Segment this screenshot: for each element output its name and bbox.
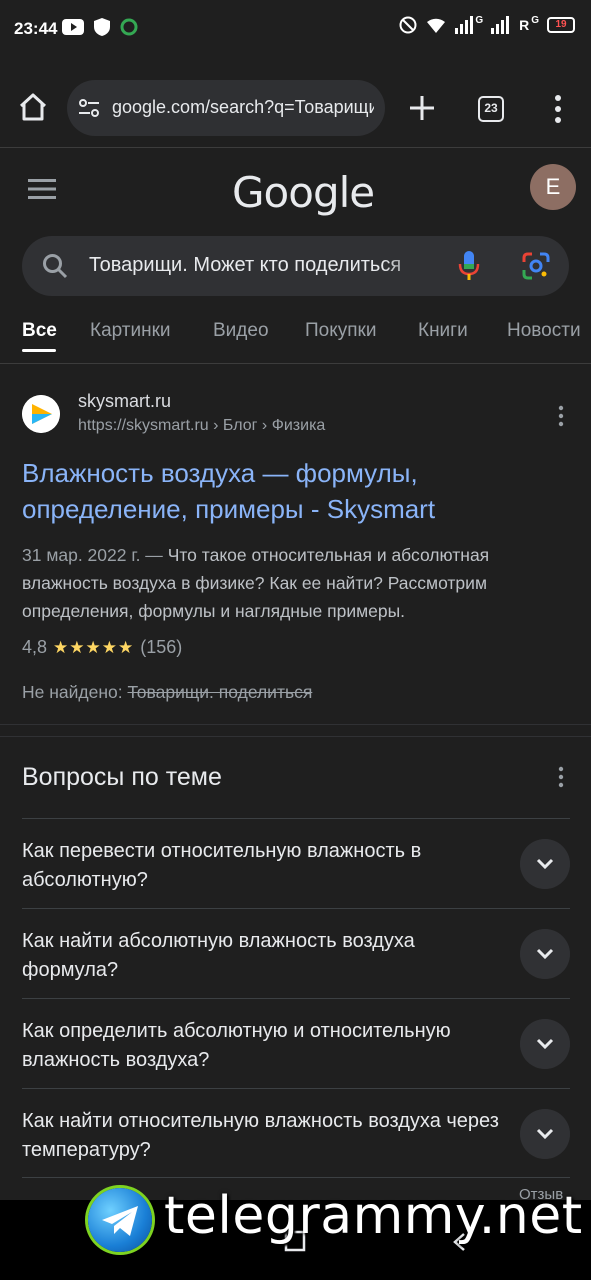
- wifi-icon: [427, 18, 446, 33]
- rating-value: 4,8: [22, 637, 48, 657]
- address-bar[interactable]: google.com/search?q=Товарищи: [67, 80, 385, 136]
- related-questions-title: Вопросы по теме: [22, 763, 222, 791]
- signal-icon: [491, 16, 510, 34]
- result-date: 31 мар. 2022 г. —: [22, 545, 168, 565]
- active-tab-indicator: [22, 349, 56, 352]
- new-tab-icon[interactable]: [406, 92, 438, 124]
- search-query[interactable]: Товарищи. Может кто поделиться: [89, 254, 435, 277]
- search-result: skysmart.ru https://skysmart.ru › Блог ›…: [0, 365, 591, 725]
- more-menu-icon[interactable]: [548, 94, 568, 124]
- rating-stars: ★★★★★: [53, 637, 135, 657]
- tab-switcher-button[interactable]: 23: [478, 96, 504, 122]
- telegram-logo: [88, 1188, 152, 1252]
- battery-level: 19: [555, 19, 567, 30]
- url-text[interactable]: google.com/search?q=Товарищи: [112, 97, 374, 118]
- avatar[interactable]: E: [530, 164, 576, 210]
- tab-videos[interactable]: Видео: [213, 320, 269, 342]
- battery-icon: 19: [547, 17, 575, 33]
- result-options-icon[interactable]: [558, 405, 564, 427]
- network-label: G: [475, 14, 484, 26]
- question-text[interactable]: Как найти относительную влажность воздух…: [22, 1107, 502, 1165]
- result-breadcrumb[interactable]: https://skysmart.ru › Блог › Физика: [78, 417, 325, 435]
- network-label: G: [531, 14, 539, 26]
- not-found-label: Не найдено:: [22, 682, 128, 702]
- question-item[interactable]: Как определить абсолютную и относительну…: [22, 998, 570, 1088]
- rating-count: (156): [140, 637, 183, 657]
- chevron-down-icon[interactable]: [520, 929, 570, 979]
- site-settings-icon[interactable]: [77, 96, 101, 120]
- chevron-down-icon[interactable]: [520, 1109, 570, 1159]
- question-item[interactable]: Как найти абсолютную влажность воздуха ф…: [22, 908, 570, 998]
- skysmart-favicon: [22, 395, 60, 433]
- result-rating: 4,8 ★★★★★ (156): [22, 637, 182, 658]
- tab-shopping[interactable]: Покупки: [305, 320, 376, 342]
- chevron-down-icon[interactable]: [520, 839, 570, 889]
- result-snippet: 31 мар. 2022 г. — Что такое относительна…: [22, 541, 570, 625]
- google-lens-icon[interactable]: [522, 252, 550, 280]
- question-text[interactable]: Как найти абсолютную влажность воздуха ф…: [22, 927, 502, 985]
- result-title-link[interactable]: Влажность воздуха — формулы, определение…: [22, 455, 562, 527]
- microphone-icon[interactable]: [458, 250, 480, 282]
- question-item[interactable]: Как найти относительную влажность воздух…: [22, 1088, 570, 1178]
- tab-books[interactable]: Книги: [418, 320, 468, 342]
- status-bar: 23:44 G R G 19: [0, 0, 591, 60]
- question-text[interactable]: Как определить абсолютную и относительну…: [22, 1017, 502, 1075]
- youtube-icon: [62, 19, 84, 35]
- search-icon: [43, 254, 68, 279]
- tab-images[interactable]: Картинки: [90, 320, 171, 342]
- not-found-terms: Не найдено: Товарищи. поделиться: [22, 682, 312, 703]
- dnd-icon: [399, 16, 417, 34]
- google-logo[interactable]: Google: [232, 168, 375, 217]
- tab-all[interactable]: Все: [22, 320, 57, 342]
- tab-news[interactable]: Новости: [507, 320, 581, 342]
- result-site-name[interactable]: skysmart.ru: [78, 391, 171, 412]
- question-item[interactable]: Как перевести относительную влажность в …: [22, 818, 570, 908]
- search-tabs: Все Картинки Видео Покупки Книги Новости: [0, 318, 591, 364]
- signal-icon: [455, 16, 474, 34]
- paper-plane-icon: [102, 1206, 138, 1236]
- watermark-text: telegrammy.net: [164, 1186, 583, 1246]
- status-time: 23:44: [14, 19, 58, 38]
- home-icon[interactable]: [16, 90, 50, 124]
- shield-icon: [94, 18, 110, 36]
- related-questions: Вопросы по теме Как перевести относитель…: [0, 736, 591, 1206]
- chevron-down-icon[interactable]: [520, 1019, 570, 1069]
- network-label: R: [519, 17, 530, 33]
- search-input[interactable]: Товарищи. Может кто поделиться: [22, 236, 569, 296]
- related-questions-options-icon[interactable]: [558, 766, 564, 788]
- sync-icon: [120, 18, 138, 36]
- hamburger-menu-icon[interactable]: [28, 178, 56, 200]
- question-text[interactable]: Как перевести относительную влажность в …: [22, 837, 502, 895]
- missing-terms: Товарищи. поделиться: [127, 682, 313, 702]
